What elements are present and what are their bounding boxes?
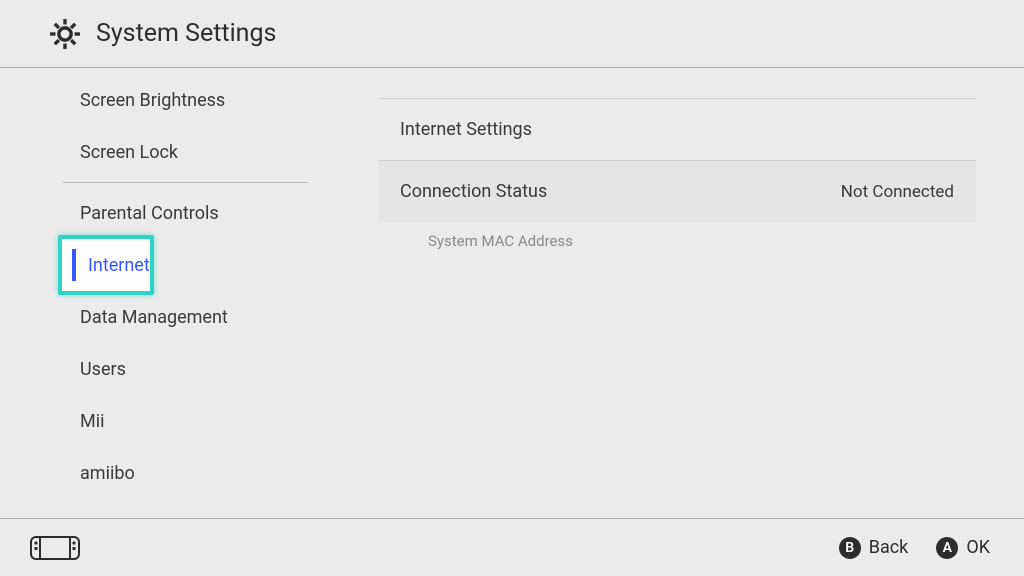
row-label: Internet Settings: [400, 119, 532, 140]
sidebar: Screen Brightness Screen Lock Parental C…: [0, 68, 330, 515]
hint-label: OK: [966, 537, 990, 558]
sidebar-item-users[interactable]: Users: [62, 343, 308, 395]
row-label: Connection Status: [400, 181, 547, 202]
sidebar-item-data-management[interactable]: Data Management: [62, 291, 308, 343]
page-title: System Settings: [96, 19, 276, 48]
sidebar-item-screen-lock[interactable]: Screen Lock: [62, 126, 308, 178]
sidebar-item-parental-controls[interactable]: Parental Controls: [62, 187, 308, 239]
button-a-icon: A: [936, 537, 958, 559]
hint-back[interactable]: B Back: [839, 537, 909, 559]
row-internet-settings[interactable]: Internet Settings: [378, 98, 976, 160]
row-value: Not Connected: [841, 182, 954, 202]
sidebar-item-label: Parental Controls: [80, 203, 219, 224]
sidebar-item-label: Screen Lock: [80, 142, 178, 163]
sidebar-item-label: amiibo: [80, 463, 135, 484]
header: System Settings: [0, 0, 1024, 68]
gear-icon: [48, 17, 82, 51]
sidebar-item-label: Data Management: [80, 307, 228, 328]
sidebar-item-amiibo[interactable]: amiibo: [62, 447, 308, 499]
sub-mac-address: System MAC Address: [378, 222, 976, 250]
button-b-icon: B: [839, 537, 861, 559]
sidebar-item-label: Internet: [88, 255, 150, 276]
sidebar-item-mii[interactable]: Mii: [62, 395, 308, 447]
sub-label: System MAC Address: [428, 232, 573, 250]
sidebar-item-label: Users: [80, 359, 126, 380]
sidebar-item-internet[interactable]: Internet: [62, 239, 308, 291]
sidebar-separator: [62, 182, 308, 183]
row-connection-status[interactable]: Connection Status Not Connected: [378, 160, 976, 222]
body: Screen Brightness Screen Lock Parental C…: [0, 68, 1024, 515]
sidebar-item-label: Screen Brightness: [80, 90, 225, 111]
main-panel: Internet Settings Connection Status Not …: [330, 68, 1024, 515]
sidebar-item-selected: Internet: [58, 235, 154, 295]
sidebar-item-screen-brightness[interactable]: Screen Brightness: [62, 74, 308, 126]
hint-label: Back: [869, 537, 909, 558]
footer: B Back A OK: [0, 518, 1024, 576]
selection-accent-bar: [72, 249, 76, 281]
sidebar-item-label: Mii: [80, 411, 104, 432]
hint-ok[interactable]: A OK: [936, 537, 990, 559]
controller-icon[interactable]: [30, 536, 80, 560]
